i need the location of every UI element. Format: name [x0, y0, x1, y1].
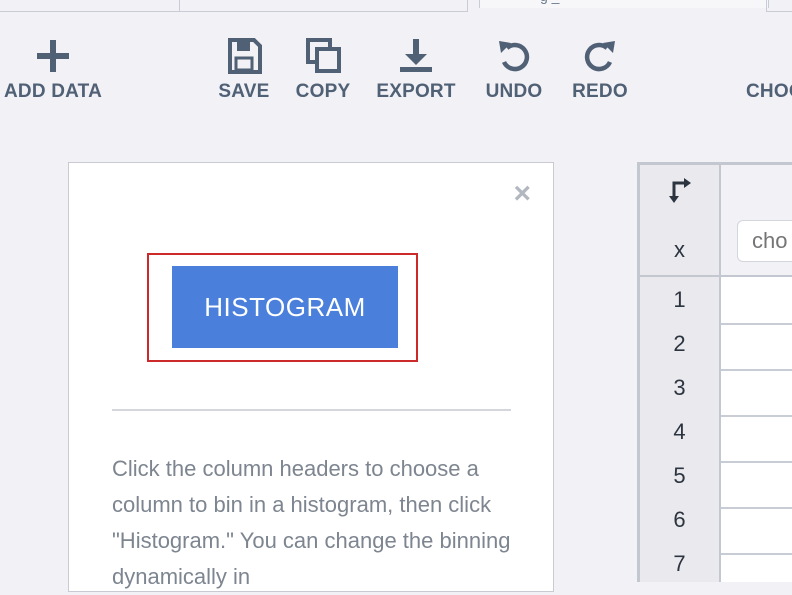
data-grid: x 1 2 3 4 5 6 7: [637, 162, 792, 582]
row-divider: [721, 461, 792, 463]
copy-button[interactable]: COPY: [294, 36, 352, 103]
save-button[interactable]: SAVE: [218, 36, 270, 103]
histogram-panel: × HISTOGRAM Click the column headers to …: [68, 162, 554, 592]
row-number: 2: [673, 331, 686, 356]
row-number: 6: [673, 507, 686, 532]
choose-column-input[interactable]: [737, 220, 792, 262]
add-data-label: ADD DATA: [4, 81, 102, 102]
help-text: Click the column headers to choose a col…: [112, 456, 511, 589]
divider: [112, 409, 511, 411]
choose-button[interactable]: CHOO: [746, 36, 792, 103]
row-number: 4: [673, 419, 686, 444]
transpose-icon[interactable]: [669, 177, 693, 203]
undo-icon: [499, 41, 530, 72]
download-icon: [400, 39, 432, 72]
add-data-button[interactable]: ADD DATA: [4, 36, 102, 103]
choose-label: CHOO: [746, 81, 792, 102]
tab-4[interactable]: [766, 0, 792, 12]
row-divider: [721, 323, 792, 325]
save-icon: [228, 38, 262, 74]
export-button[interactable]: EXPORT: [376, 36, 456, 103]
export-label: EXPORT: [376, 81, 456, 102]
row-divider: [721, 369, 792, 371]
copy-icon: [306, 38, 341, 73]
grid-corner: x: [640, 165, 721, 277]
redo-icon: [584, 41, 615, 72]
x-column-label: x: [674, 237, 685, 262]
histogram-button[interactable]: HISTOGRAM: [172, 266, 398, 348]
row-divider: [721, 507, 792, 509]
save-label: SAVE: [218, 81, 270, 102]
undo-label: UNDO: [485, 81, 543, 102]
tab-3-active[interactable]: g _: [479, 0, 769, 8]
tab-3-label: g _: [540, 0, 559, 4]
row-number: 7: [673, 551, 686, 576]
row-number: 1: [673, 287, 686, 312]
redo-label: REDO: [572, 81, 628, 102]
row-number: 5: [673, 463, 686, 488]
tab-2[interactable]: [179, 0, 468, 12]
row-divider: [721, 415, 792, 417]
close-icon[interactable]: ×: [513, 179, 531, 209]
plus-icon: [37, 40, 69, 72]
row-divider: [721, 553, 792, 555]
copy-label: COPY: [295, 81, 351, 102]
column-header[interactable]: [721, 165, 792, 277]
redo-button[interactable]: REDO: [570, 36, 630, 103]
row-number: 3: [673, 375, 686, 400]
undo-button[interactable]: UNDO: [481, 36, 547, 103]
tab-strip: g _: [0, 0, 792, 12]
tab-1[interactable]: [0, 0, 180, 12]
